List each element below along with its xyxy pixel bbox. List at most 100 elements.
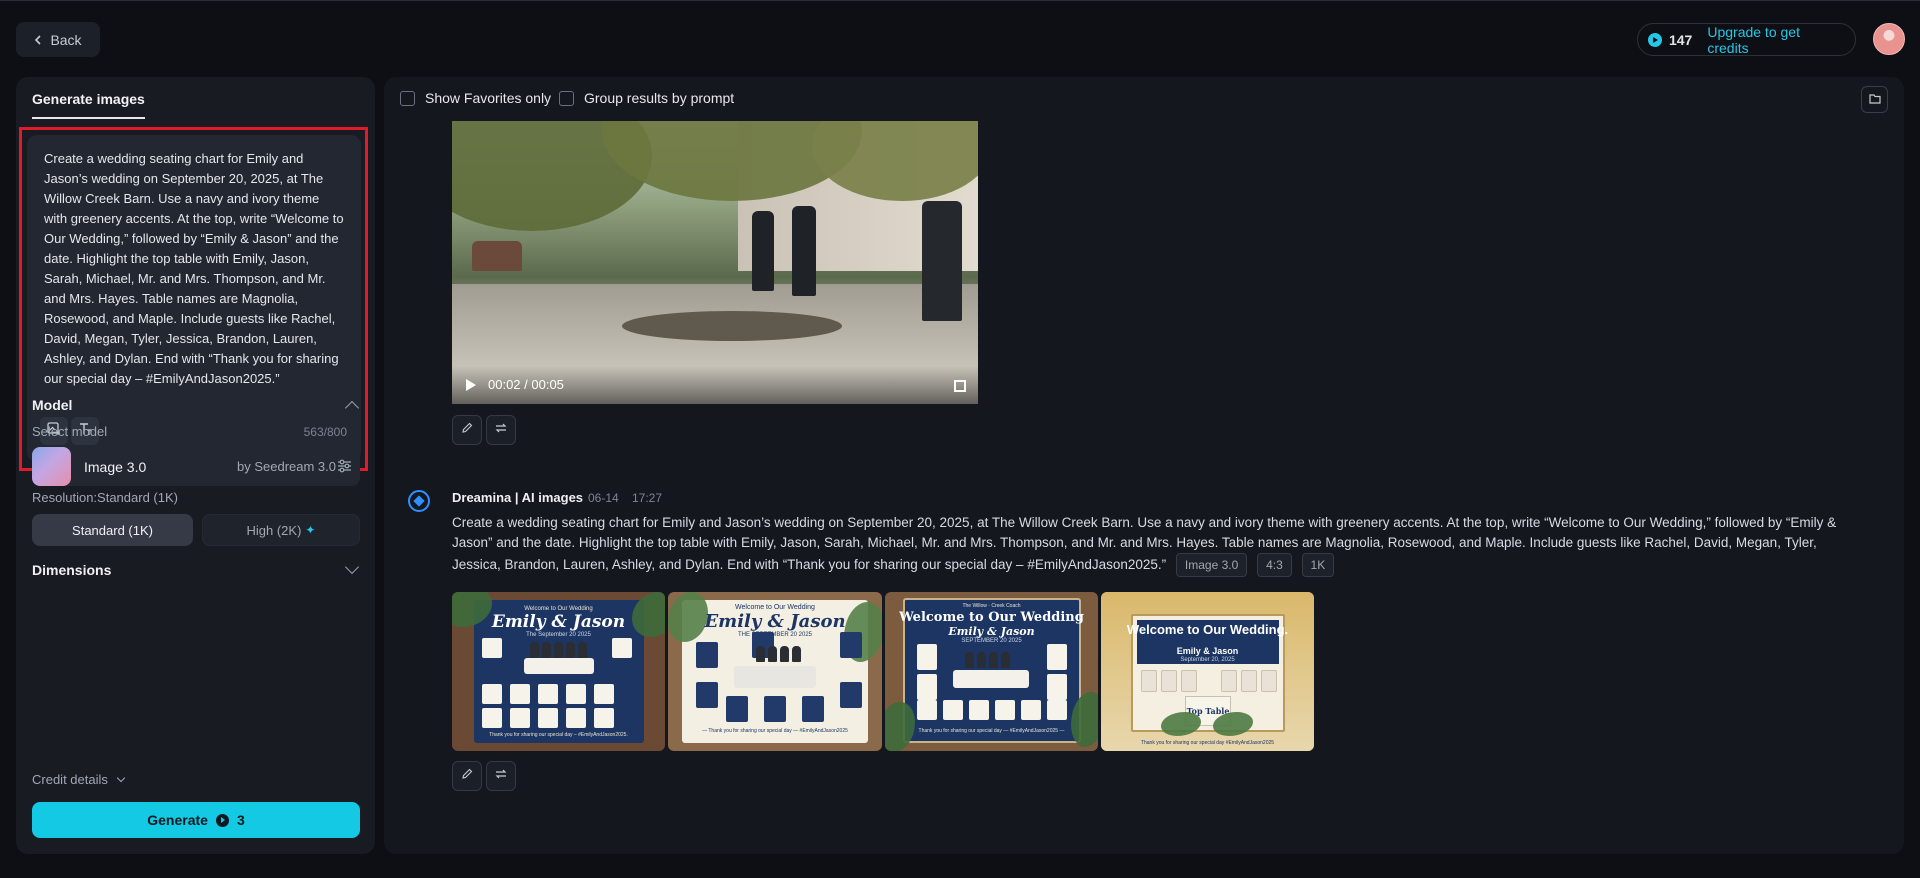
table-card — [1241, 670, 1257, 692]
table-card — [566, 708, 586, 728]
edit-button[interactable] — [452, 415, 482, 445]
table-card — [482, 684, 502, 704]
regenerate-button[interactable] — [486, 761, 516, 791]
chevron-down-icon — [116, 773, 125, 783]
table-card — [696, 642, 718, 668]
image-names-text: Emily & Jason — [948, 625, 1035, 638]
model-section-title[interactable]: Model — [32, 397, 72, 413]
table-card — [840, 632, 862, 658]
image-names-text: Emily & Jason — [1176, 646, 1239, 656]
model-provider: by Seedream 3.0 — [237, 459, 337, 474]
table-card — [1047, 644, 1067, 670]
table-card — [917, 700, 937, 720]
video-time: 00:02 / 00:05 — [488, 377, 564, 392]
prompt-textarea[interactable]: Create a wedding seating chart for Emily… — [27, 135, 361, 462]
generation-source: Dreamina | AI images — [452, 490, 584, 505]
greenery — [885, 702, 915, 751]
image-welcome-text: Welcome to Our Wedding — [735, 604, 815, 611]
generation-prompt: Create a wedding seating chart for Emily… — [452, 513, 1852, 577]
generate-cost: 3 — [236, 812, 245, 828]
folder-button[interactable] — [1861, 86, 1888, 113]
regenerate-button[interactable] — [486, 415, 516, 445]
resolution-label: Resolution:Standard (1K) — [32, 490, 178, 505]
table-card — [1141, 670, 1157, 692]
table-card — [538, 684, 558, 704]
play-icon[interactable] — [466, 379, 476, 391]
credit-coin-icon — [1648, 32, 1662, 47]
image-welcome-text: Welcome to Our Wedding. — [1126, 622, 1289, 637]
table-card — [1221, 670, 1237, 692]
generate-label: Generate — [147, 812, 208, 828]
edit-button[interactable] — [452, 761, 482, 791]
image-footer-text: Thank you for sharing our special day — … — [918, 728, 1065, 734]
model-selector[interactable]: Image 3.0 by Seedream 3.0 — [32, 447, 360, 486]
image-names-text: Emily & Jason — [704, 611, 846, 632]
image-welcome-text: Welcome to Our Wedding — [899, 610, 1084, 625]
group-results-checkbox[interactable] — [559, 90, 574, 106]
model-name: Image 3.0 — [84, 459, 147, 475]
table-card — [1261, 670, 1277, 692]
resolution-high-button[interactable]: High (2K) ✦ — [202, 514, 360, 546]
table-card — [1181, 670, 1197, 692]
couple-figures — [756, 646, 801, 662]
show-favorites-toggle[interactable]: Show Favorites only — [400, 90, 551, 106]
table-card — [510, 708, 530, 728]
chevron-down-icon[interactable] — [344, 559, 360, 575]
table-card — [764, 696, 786, 722]
show-favorites-checkbox[interactable] — [400, 90, 415, 106]
image-date-text: September 20, 2025 — [1180, 657, 1235, 663]
credit-details-toggle[interactable]: Credit details — [32, 772, 125, 787]
video-pedestrian — [792, 206, 816, 296]
back-button[interactable]: Back — [16, 22, 100, 57]
tab-generate-images[interactable]: Generate images — [32, 91, 145, 119]
select-model-label: Select model — [32, 424, 108, 439]
upgrade-link[interactable]: Upgrade to get credits — [1707, 24, 1845, 56]
video-player[interactable]: 00:02 / 00:05 — [452, 121, 978, 404]
fullscreen-icon[interactable] — [954, 380, 966, 392]
char-count: 563/800 — [303, 425, 347, 439]
table-card — [510, 684, 530, 704]
table-card — [612, 638, 632, 658]
resolution-standard-button[interactable]: Standard (1K) — [32, 514, 193, 546]
generate-button[interactable]: Generate 3 — [32, 802, 360, 838]
table-card — [696, 682, 718, 708]
table-card — [594, 708, 614, 728]
results-panel: Show Favorites only Group results by pro… — [384, 77, 1904, 854]
generation-prompt-text: Create a wedding seating chart for Emily… — [452, 515, 1837, 572]
table-card — [969, 700, 989, 720]
result-image-2[interactable]: Welcome to Our Wedding Emily & Jason THE… — [668, 592, 882, 751]
table-card — [726, 696, 748, 722]
refresh-icon — [494, 421, 508, 439]
image-footer-text: Thank you for sharing our special day – … — [489, 732, 628, 738]
image-footer-text: Thank you for sharing our special day #E… — [1140, 740, 1275, 746]
avatar[interactable] — [1873, 23, 1905, 55]
pencil-icon — [461, 767, 473, 785]
back-label: Back — [50, 31, 82, 48]
table-card — [802, 696, 824, 722]
result-image-3[interactable]: The Willow · Creek Coach Welcome to Our … — [885, 592, 1098, 751]
prompt-text[interactable]: Create a wedding seating chart for Emily… — [44, 149, 344, 389]
credits-pill: 147 Upgrade to get credits — [1637, 23, 1856, 56]
credit-coin-icon — [215, 813, 229, 827]
left-panel: Generate images Create a wedding seating… — [16, 77, 375, 854]
image-names-text: Emily & Jason — [491, 612, 626, 632]
couple-figures — [530, 642, 587, 658]
dreamina-logo-icon — [408, 490, 430, 512]
video-pedestrian — [752, 211, 774, 291]
pencil-icon — [461, 421, 473, 439]
table-card — [566, 684, 586, 704]
credit-count: 147 — [1668, 31, 1693, 48]
result-image-1[interactable]: Welcome to Our Wedding Emily & Jason The… — [452, 592, 665, 751]
resolution-high-label: High (2K) — [246, 522, 302, 538]
dimensions-section-title[interactable]: Dimensions — [32, 562, 111, 578]
table-card — [482, 708, 502, 728]
settings-sliders-icon[interactable] — [337, 459, 352, 478]
couple-figures — [965, 652, 1010, 668]
result-image-4[interactable]: Welcome to Our Wedding. Emily & Jason Se… — [1101, 592, 1314, 751]
top-divider — [0, 0, 1920, 1]
video-bench-people — [472, 241, 522, 271]
tag-ratio: 4:3 — [1257, 553, 1292, 577]
table-card — [917, 644, 937, 670]
group-results-toggle[interactable]: Group results by prompt — [559, 90, 734, 106]
table-card — [1021, 700, 1041, 720]
